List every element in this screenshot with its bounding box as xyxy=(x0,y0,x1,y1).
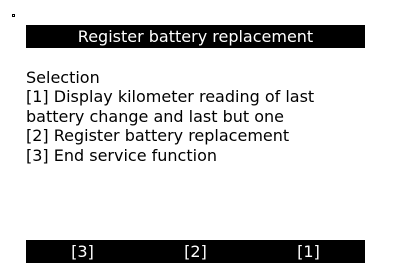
softkey-2-button[interactable]: [2] xyxy=(139,240,252,263)
screen-title: Register battery replacement xyxy=(26,25,365,48)
softkey-bar: [3] [2] [1] xyxy=(26,240,365,263)
corner-marker xyxy=(12,14,15,17)
selection-heading: Selection xyxy=(26,68,100,87)
softkey-1-button[interactable]: [1] xyxy=(252,240,365,263)
selection-menu: Selection [1] Display kilometer reading … xyxy=(26,68,376,165)
option-1-line-1: [1] Display kilometer reading of last xyxy=(26,87,315,107)
option-3: [3] End service function xyxy=(26,145,217,165)
option-1-line-2: battery change and last but one xyxy=(26,106,285,126)
option-2: [2] Register battery replacement xyxy=(26,126,290,146)
softkey-3-button[interactable]: [3] xyxy=(26,240,139,263)
